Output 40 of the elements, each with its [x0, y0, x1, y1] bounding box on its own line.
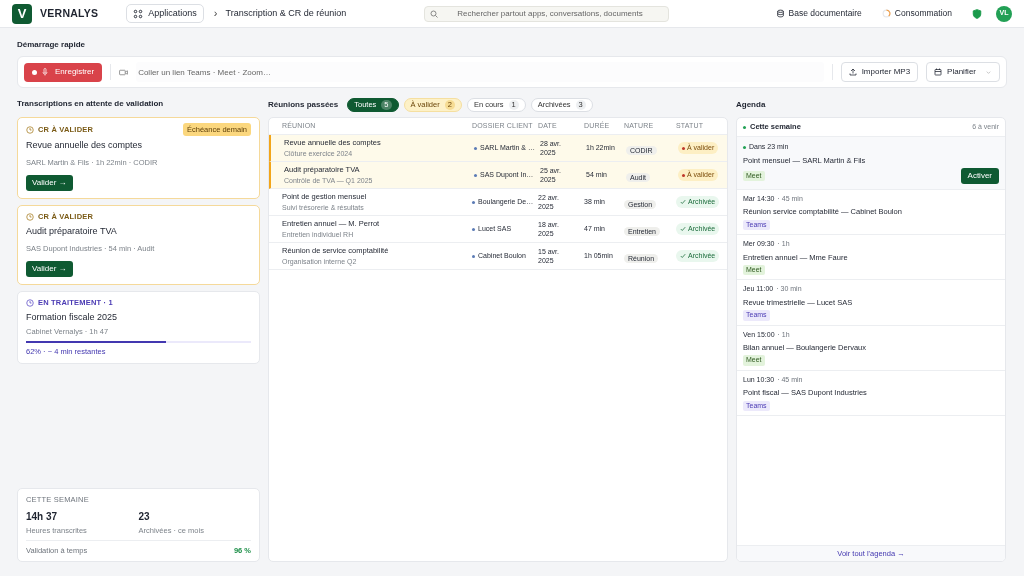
- clock-icon: [26, 212, 34, 221]
- shield-icon: [972, 8, 982, 19]
- gauge-ring-icon: [881, 9, 891, 18]
- chevron-down-icon: [985, 68, 992, 76]
- section-title: Transcriptions en attente de validation: [17, 98, 165, 110]
- section-title: Réunions passées: [268, 99, 339, 111]
- clock-icon: [26, 125, 34, 134]
- database-link[interactable]: Base documentaire: [775, 7, 862, 20]
- grid-icon: [133, 8, 144, 19]
- database-icon: [775, 9, 785, 18]
- video-camera-icon: [119, 67, 129, 77]
- stat-value: 14h 37: [26, 509, 59, 524]
- search-icon: [429, 9, 438, 18]
- validate-button[interactable]: Valider →: [26, 261, 73, 277]
- clock-icon: [26, 298, 34, 307]
- applications-button[interactable]: Applications: [126, 4, 204, 23]
- upload-icon: [848, 68, 857, 76]
- check-icon: [680, 226, 686, 232]
- card-title: Audit préparatoire TVA: [26, 225, 118, 239]
- breadcrumb-current: Transcription & CR de réunion: [225, 6, 348, 20]
- section-title: Démarrage rapide: [17, 39, 87, 51]
- card-title: Formation fiscale 2025: [26, 311, 119, 325]
- breadcrumb-separator: ›: [213, 6, 218, 22]
- card-title: Revue annuelle des comptes: [26, 139, 144, 153]
- microphone-icon: [41, 68, 49, 76]
- import-mp3-button[interactable]: Importer MP3: [840, 62, 919, 82]
- section-title: Agenda: [736, 99, 767, 111]
- activate-button[interactable]: Activer: [960, 167, 999, 184]
- stat-value: 23: [138, 509, 151, 524]
- quick-start-bar[interactable]: Enregistrer Coller un lien Teams · Meet · Zoom… Importer MP3 Planifier: [17, 56, 1007, 88]
- validate-button[interactable]: Valider →: [26, 175, 73, 191]
- calendar-icon: [934, 68, 943, 76]
- check-icon: [680, 253, 686, 259]
- record-button[interactable]: Enregistrer: [24, 62, 103, 82]
- search-field[interactable]: Rechercher partout apps, conversations, documents: [423, 5, 669, 22]
- check-icon: [680, 199, 686, 205]
- consumption-link[interactable]: Consommation: [881, 7, 952, 20]
- logo[interactable]: V: [12, 3, 32, 24]
- schedule-button[interactable]: Planifier: [926, 62, 1000, 82]
- brand-name: VERNALYS: [40, 5, 99, 21]
